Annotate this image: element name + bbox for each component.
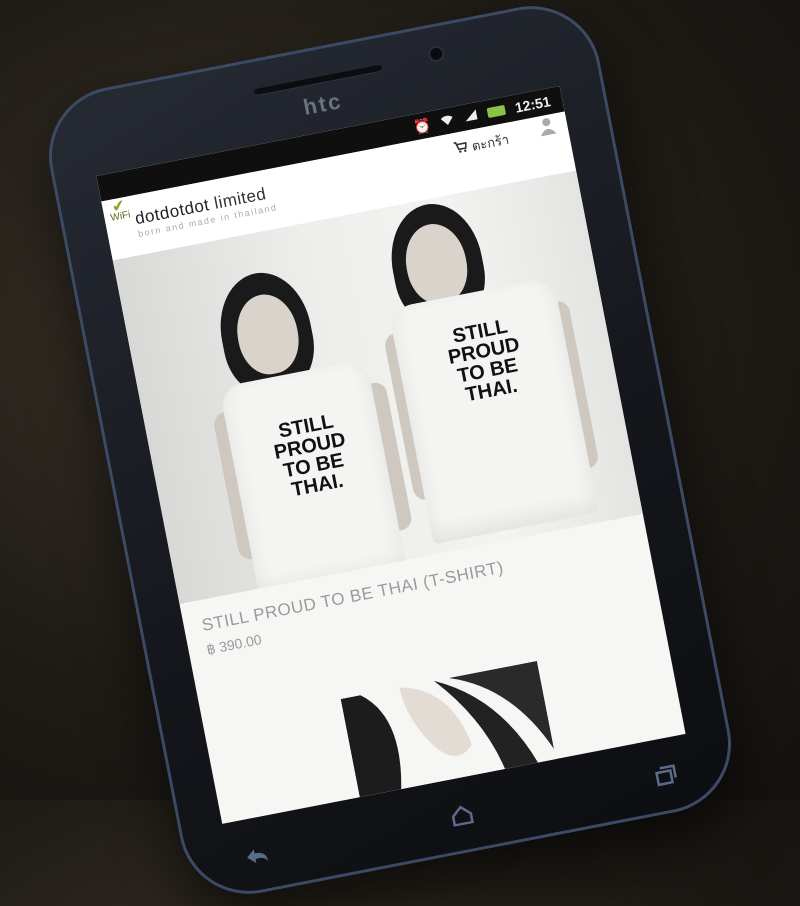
home-icon[interactable] xyxy=(449,803,476,833)
phone-screen: ⏰ 12:51 ✔ WiFi dotdotdot limited born an… xyxy=(96,85,686,824)
signal-icon xyxy=(463,107,480,125)
front-camera xyxy=(429,46,444,61)
wifi-badge: ✔ WiFi xyxy=(108,197,132,224)
recent-apps-icon[interactable] xyxy=(653,763,680,793)
status-time: 12:51 xyxy=(513,93,552,116)
battery-icon xyxy=(486,104,507,119)
wifi-badge-label: WiFi xyxy=(109,209,132,224)
user-icon[interactable] xyxy=(538,116,558,142)
wifi-icon xyxy=(439,112,456,130)
back-icon[interactable] xyxy=(243,843,272,873)
product-thumbnail-image[interactable] xyxy=(340,660,558,807)
phone-device: htc ⏰ 12:51 ✔ WiFi dotdotdot limited bor… xyxy=(36,0,744,906)
shirt-print-right: STILL PROUD TO BE THAI. xyxy=(446,315,522,407)
cart-label: ตะกร้า xyxy=(470,131,511,154)
cart-button[interactable]: ตะกร้า xyxy=(452,129,511,160)
shirt-print-left: STILL PROUD TO BE THAI. xyxy=(272,410,348,502)
cart-icon xyxy=(453,140,470,157)
alarm-icon: ⏰ xyxy=(412,115,433,135)
